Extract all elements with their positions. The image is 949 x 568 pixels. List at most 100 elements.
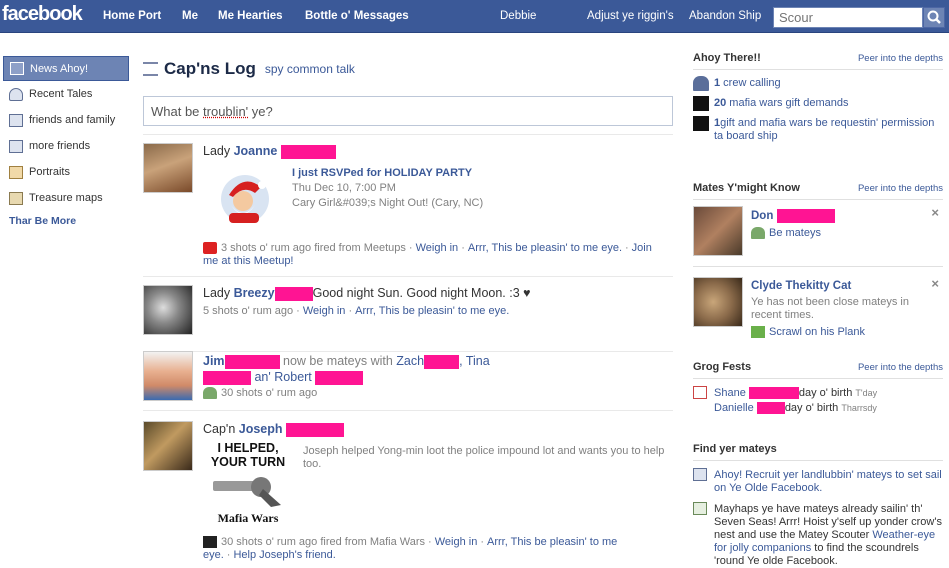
nav-inbox[interactable]: Bottle o' Messages bbox=[305, 10, 409, 22]
request-text: crew calling bbox=[720, 77, 781, 89]
requests-header: Ahoy There!! Peer into the depths bbox=[693, 52, 943, 68]
leftnav-more-friends[interactable]: more friends bbox=[3, 133, 129, 159]
comment-link[interactable]: Weigh in bbox=[435, 536, 478, 548]
request-text: mafia wars gift demands bbox=[726, 97, 849, 109]
avatar[interactable] bbox=[143, 143, 193, 193]
like-link[interactable]: Arrr, This be pleasin' to me eye. bbox=[355, 305, 509, 317]
see-all-link[interactable]: Peer into the depths bbox=[858, 183, 943, 194]
feed-filter-link[interactable]: spy common talk bbox=[265, 62, 355, 76]
friend-request-icon bbox=[693, 76, 709, 91]
find-friends-header: Find yer mateys bbox=[693, 443, 943, 459]
invite-icon bbox=[693, 468, 707, 481]
nav-logout[interactable]: Abandon Ship bbox=[689, 10, 761, 22]
leftnav-photos[interactable]: Portraits bbox=[3, 159, 129, 185]
separator: , bbox=[459, 354, 463, 368]
redaction bbox=[315, 370, 364, 385]
story-text: now be mateys with bbox=[283, 354, 393, 368]
redaction bbox=[286, 422, 344, 437]
divider bbox=[693, 460, 943, 461]
request-text: gift and mafia wars be requestin' permis… bbox=[714, 117, 935, 142]
left-nav: News Ahoy! Recent Tales friends and fami… bbox=[3, 56, 129, 227]
nav-home[interactable]: Home Port bbox=[103, 10, 161, 22]
mafia-wars-icon bbox=[203, 536, 217, 549]
map-icon bbox=[9, 191, 23, 205]
conjunction: an' bbox=[254, 370, 271, 384]
leftnav-recent[interactable]: Recent Tales bbox=[3, 81, 129, 107]
status-placeholder: troublin' bbox=[203, 104, 249, 119]
search-input[interactable] bbox=[773, 7, 923, 28]
mafia-wars-image[interactable]: I HELPED, YOUR TURN Mafia Wars bbox=[207, 441, 289, 531]
event-date: Thu Dec 10, 7:00 PM bbox=[292, 182, 396, 194]
divider bbox=[693, 266, 943, 267]
story-text: Joseph helped Yong-min loot the police i… bbox=[303, 445, 665, 470]
feed-header: Cap'ns Log spy common talk bbox=[143, 56, 673, 81]
facebook-logo[interactable]: facebook bbox=[2, 3, 83, 26]
friend-link[interactable]: Tina bbox=[466, 354, 490, 368]
avatar[interactable] bbox=[143, 285, 193, 335]
avatar[interactable] bbox=[143, 351, 193, 401]
event-place: Cary Girl&#039;s Night Out! (Cary, NC) bbox=[292, 197, 484, 209]
leftnav-maps[interactable]: Treasure maps bbox=[3, 185, 129, 211]
leftnav-friends-family[interactable]: friends and family bbox=[3, 107, 129, 133]
birthday-name[interactable]: Shane bbox=[714, 387, 746, 399]
leftnav-label: News Ahoy! bbox=[30, 62, 89, 75]
search-button[interactable] bbox=[923, 7, 945, 28]
actor-name[interactable]: Jim bbox=[203, 354, 225, 368]
divider bbox=[693, 199, 943, 200]
page-title: Cap'ns Log bbox=[164, 58, 256, 78]
leftnav-label: Portraits bbox=[29, 166, 70, 178]
see-all-link[interactable]: Peer into the depths bbox=[858, 362, 943, 373]
event-title[interactable]: I just RSVPed for HOLIDAY PARTY bbox=[292, 167, 672, 179]
actor-prefix: Lady bbox=[203, 144, 234, 158]
friends-icon bbox=[203, 387, 217, 400]
help-friend-link[interactable]: Help Joseph's friend. bbox=[233, 549, 335, 561]
add-friend-icon bbox=[751, 227, 765, 240]
leftnav-label: Recent Tales bbox=[29, 88, 93, 100]
close-icon[interactable]: × bbox=[931, 277, 939, 290]
nav-settings[interactable]: Adjust ye riggin's bbox=[587, 10, 674, 22]
suggestion-item: Don Be mateys × bbox=[693, 206, 943, 258]
feed-story: Cap'n Joseph I HELPED, YOUR TURN Mafia W… bbox=[143, 421, 673, 568]
santa-image[interactable] bbox=[215, 167, 275, 227]
nav-user[interactable]: Debbie bbox=[500, 10, 536, 22]
nav-profile[interactable]: Me bbox=[182, 10, 198, 22]
comment-link[interactable]: Weigh in bbox=[303, 305, 346, 317]
suggestion-name[interactable]: Don bbox=[751, 210, 773, 222]
status-input[interactable]: What be troublin' ye? bbox=[143, 96, 673, 126]
divider bbox=[693, 69, 943, 70]
redaction bbox=[776, 209, 835, 223]
close-icon[interactable]: × bbox=[931, 206, 939, 219]
friend-link[interactable]: Zach bbox=[396, 354, 424, 368]
section-title: Mates Y'might Know bbox=[693, 182, 800, 194]
avatar[interactable] bbox=[143, 421, 193, 471]
avatar[interactable] bbox=[693, 206, 743, 256]
nav-friends[interactable]: Me Hearties bbox=[218, 10, 283, 22]
news-feed: Cap'ns Log spy common talk What be troub… bbox=[143, 56, 673, 561]
like-link[interactable]: Arrr, This be pleasin' to me eye. bbox=[468, 242, 622, 254]
birthday-text: day o' birth bbox=[784, 402, 839, 414]
redaction bbox=[224, 354, 280, 369]
avatar[interactable] bbox=[693, 277, 743, 327]
divider bbox=[143, 134, 673, 135]
birthday-name[interactable]: Danielle bbox=[714, 402, 754, 414]
photos-icon bbox=[9, 165, 23, 179]
suggestion-name[interactable]: Clyde Thekitty Cat bbox=[751, 280, 851, 293]
write-on-wall-link[interactable]: Scrawl on his Plank bbox=[769, 326, 865, 338]
redaction bbox=[203, 370, 251, 385]
comment-link[interactable]: Weigh in bbox=[416, 242, 459, 254]
leftnav-news-feed[interactable]: News Ahoy! bbox=[3, 56, 129, 81]
story-time: 30 shots o' rum ago bbox=[221, 387, 318, 399]
actor-name[interactable]: Joanne bbox=[234, 144, 278, 158]
see-all-link[interactable]: Peer into the depths bbox=[858, 53, 943, 64]
redaction bbox=[280, 144, 336, 159]
revolver-icon bbox=[213, 477, 281, 507]
actor-name[interactable]: Breezy bbox=[234, 286, 275, 300]
friend-link[interactable]: Robert bbox=[274, 370, 312, 384]
mafia-wars-icon bbox=[693, 96, 709, 111]
top-bar: facebook Home Port Me Me Hearties Bottle… bbox=[0, 0, 949, 33]
actor-name[interactable]: Joseph bbox=[239, 422, 283, 436]
invite-link[interactable]: Ahoy! Recruit yer landlubbin' mateys to … bbox=[714, 469, 943, 495]
leftnav-more[interactable]: Thar Be More bbox=[3, 215, 129, 227]
add-friend-link[interactable]: Be mateys bbox=[769, 227, 821, 239]
story-time: 5 shots o' rum ago bbox=[203, 305, 294, 317]
